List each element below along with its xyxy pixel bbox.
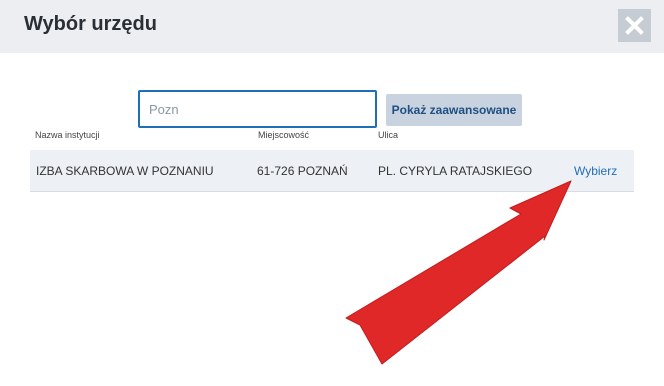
institution-name-cell: IZBA SKARBOWA W POZNANIU	[36, 164, 214, 178]
column-header-city: Miejscowość	[258, 130, 310, 140]
table-row: IZBA SKARBOWA W POZNANIU 61-726 POZNAŃ P…	[30, 150, 634, 192]
street-cell: PL. CYRYLA RATAJSKIEGO	[378, 164, 533, 178]
column-header-street: Ulica	[378, 130, 399, 140]
dialog-header: Wybór urzędu	[0, 0, 664, 53]
close-icon	[625, 16, 644, 35]
select-link[interactable]: Wybierz	[574, 164, 617, 178]
close-button[interactable]	[618, 9, 651, 42]
office-selection-dialog: Wybór urzędu Pokaż zaawansowane Nazwa in…	[0, 0, 664, 386]
city-cell: 61-726 POZNAŃ	[257, 164, 348, 178]
show-advanced-button[interactable]: Pokaż zaawansowane	[386, 94, 522, 126]
search-input[interactable]	[138, 90, 377, 128]
column-header-institution: Nazwa instytucji	[35, 130, 100, 140]
dialog-title: Wybór urzędu	[24, 13, 157, 35]
